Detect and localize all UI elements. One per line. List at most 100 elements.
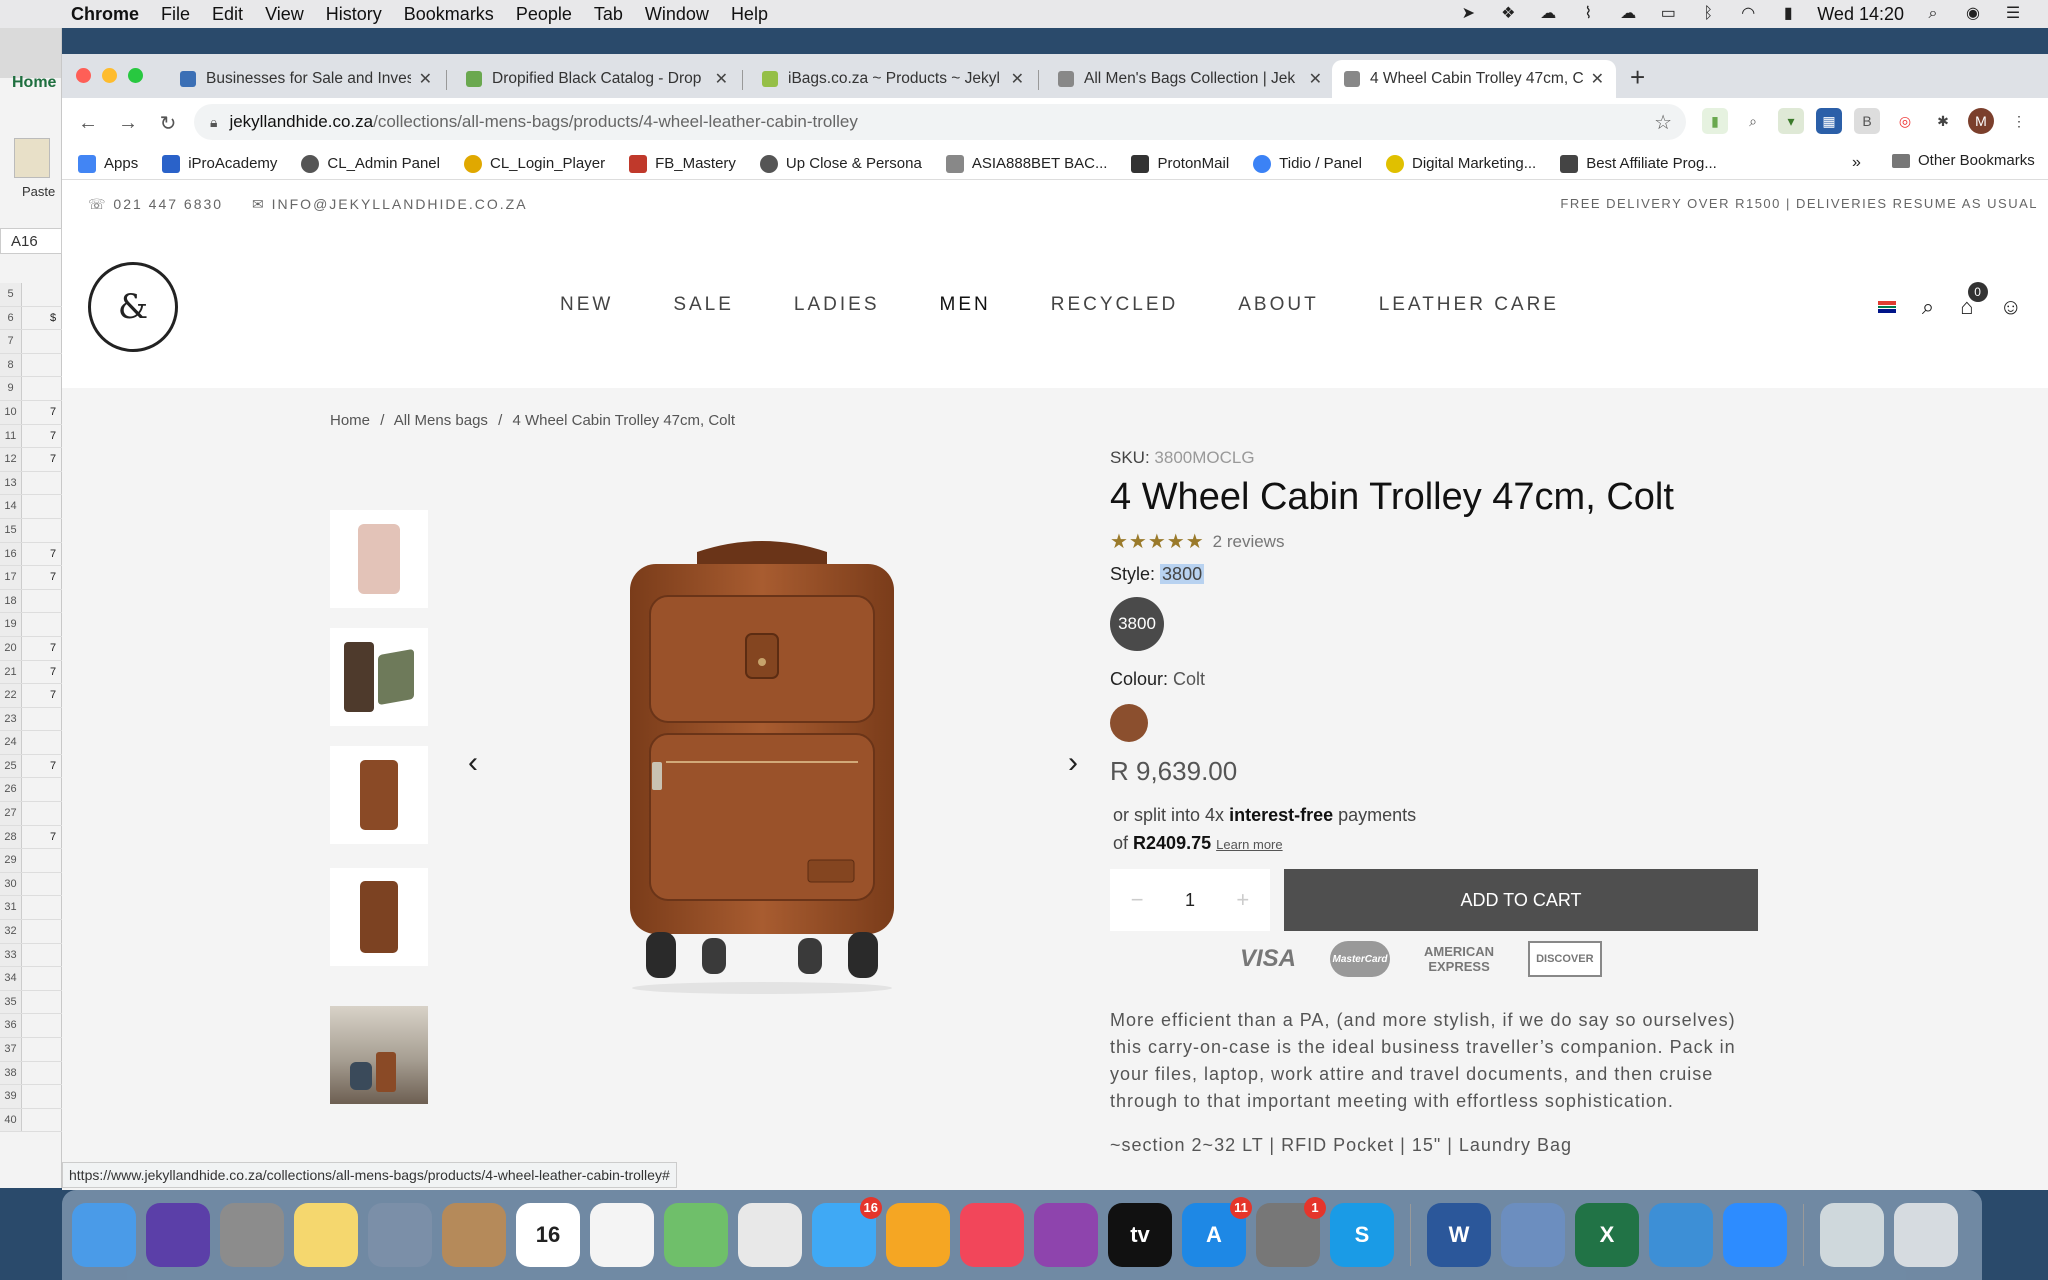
menu-help[interactable]: Help	[720, 4, 779, 25]
row-cell-value[interactable]: $	[22, 307, 56, 330]
row-number[interactable]: 5	[0, 283, 22, 306]
zoom-icon[interactable]	[1723, 1203, 1787, 1267]
messages-icon[interactable]: 16	[812, 1197, 882, 1267]
excel-row[interactable]: 11 7	[0, 424, 62, 449]
lastpass-extension-icon[interactable]: ◎	[1892, 108, 1918, 134]
row-cell-value[interactable]	[22, 896, 50, 919]
launchpad-icon[interactable]	[220, 1203, 284, 1267]
reminders-icon[interactable]	[590, 1203, 654, 1267]
notes-icon[interactable]	[294, 1203, 358, 1267]
audio-extension-icon[interactable]: ▮	[1702, 108, 1728, 134]
row-number[interactable]: 34	[0, 967, 22, 990]
bookmark-up-close[interactable]: Up Close & Persona	[759, 154, 922, 173]
address-bar[interactable]: 🔒︎ jekyllandhide.co.za/collections/all-m…	[194, 104, 1686, 140]
row-cell-value[interactable]	[22, 283, 50, 306]
profile-avatar[interactable]: M	[1968, 108, 1994, 134]
other-bookmarks-folder[interactable]: Other Bookmarks	[1892, 152, 2035, 169]
bookmark-cl-admin[interactable]: CL_Admin Panel	[301, 154, 440, 173]
row-number[interactable]: 17	[0, 566, 22, 589]
thumbnail-back-trolley[interactable]	[330, 868, 428, 966]
excel-row[interactable]: 17 7	[0, 566, 62, 590]
row-cell-value[interactable]	[22, 377, 50, 400]
bookmark-star-icon[interactable]: ☆	[1654, 110, 1672, 135]
excel-row[interactable]: 21 7	[0, 660, 62, 685]
row-cell-value[interactable]: 7	[22, 826, 56, 849]
row-number[interactable]: 32	[0, 920, 22, 943]
style-option-3800[interactable]: 3800	[1110, 597, 1164, 651]
bookmark-tidio[interactable]: Tidio / Panel	[1253, 154, 1362, 173]
tab-ibags[interactable]: iBags.co.za ~ Products ~ Jekyl ✕	[750, 60, 1036, 98]
chrome-menu-icon[interactable]: ⋮	[2006, 108, 2032, 134]
row-number[interactable]: 25	[0, 754, 22, 778]
row-number[interactable]: 26	[0, 778, 22, 802]
cell-reference-box[interactable]: A16	[0, 228, 62, 254]
row-cell-value[interactable]	[22, 590, 50, 613]
nav-sale[interactable]: SALE	[673, 294, 734, 316]
tab-close-icon[interactable]: ✕	[1309, 69, 1322, 89]
row-number[interactable]: 19	[0, 613, 22, 636]
paste-icon[interactable]	[14, 138, 50, 178]
excel-row[interactable]: 10 7	[0, 400, 62, 425]
row-cell-value[interactable]	[22, 1109, 50, 1132]
bookmark-digital-marketing[interactable]: Digital Marketing...	[1385, 154, 1536, 173]
excel-row[interactable]: 6 $	[0, 306, 62, 331]
bookmark-cl-login[interactable]: CL_Login_Player	[463, 154, 605, 173]
menu-tab[interactable]: Tab	[583, 4, 634, 25]
row-cell-value[interactable]: 7	[22, 661, 56, 684]
finder-icon[interactable]	[72, 1203, 136, 1267]
row-number[interactable]: 18	[0, 589, 22, 613]
row-cell-value[interactable]: 7	[22, 637, 56, 660]
excel-row[interactable]: 24	[0, 731, 62, 755]
lock-icon[interactable]: 🔒︎	[210, 114, 217, 131]
row-cell-value[interactable]	[22, 991, 50, 1014]
add-to-cart-button[interactable]: ADD TO CART	[1284, 869, 1758, 931]
row-number[interactable]: 39	[0, 1085, 22, 1108]
quantity-minus-button[interactable]: −	[1131, 887, 1144, 913]
window-minimize-button[interactable]	[102, 68, 117, 83]
airplay-icon[interactable]: ▭	[1657, 5, 1679, 23]
shop-extension-icon[interactable]: ▦	[1816, 108, 1842, 134]
row-number[interactable]: 9	[0, 377, 22, 400]
excel-row[interactable]: 8	[0, 353, 62, 378]
siri-icon[interactable]	[146, 1203, 210, 1267]
tab-close-icon[interactable]: ✕	[1591, 69, 1604, 89]
menu-view[interactable]: View	[254, 4, 315, 25]
new-tab-button[interactable]: +	[1630, 62, 1645, 93]
row-cell-value[interactable]	[22, 354, 50, 377]
row-cell-value[interactable]	[22, 495, 50, 518]
row-number[interactable]: 31	[0, 896, 22, 920]
photos-icon[interactable]	[886, 1203, 950, 1267]
row-number[interactable]: 12	[0, 448, 22, 471]
product-rating[interactable]: ★★★★★ 2 reviews	[1110, 529, 1830, 554]
excel-row[interactable]: 9	[0, 377, 62, 401]
excel-row[interactable]: 39	[0, 1085, 62, 1109]
row-number[interactable]: 24	[0, 731, 22, 754]
row-number[interactable]: 27	[0, 802, 22, 825]
excel-row[interactable]: 19	[0, 613, 62, 637]
thumbnail-pink-trolley[interactable]	[330, 510, 428, 608]
tab-businesses-for-sale[interactable]: Businesses for Sale and Investo ✕	[168, 60, 444, 98]
account-icon[interactable]: ☺	[2000, 294, 2022, 320]
row-cell-value[interactable]	[22, 613, 50, 636]
row-number[interactable]: 6	[0, 306, 22, 330]
thumbnail-open-trolley[interactable]	[330, 628, 428, 726]
email-link[interactable]: ✉ INFO@JEKYLLANDHIDE.CO.ZA	[252, 196, 528, 213]
shield-app-icon[interactable]	[1649, 1203, 1713, 1267]
excel-row[interactable]: 40	[0, 1108, 62, 1133]
excel-row[interactable]: 18	[0, 589, 62, 614]
row-cell-value[interactable]	[22, 873, 50, 896]
excel-row[interactable]: 34	[0, 967, 62, 991]
row-number[interactable]: 10	[0, 400, 22, 424]
wifi-icon[interactable]: ◠	[1737, 5, 1759, 23]
puzzle-extensions-icon[interactable]: ✱	[1930, 108, 1956, 134]
row-number[interactable]: 15	[0, 518, 22, 542]
row-number[interactable]: 11	[0, 424, 22, 448]
mail-stamp-icon[interactable]	[368, 1203, 432, 1267]
row-number[interactable]: 23	[0, 707, 22, 731]
word-icon[interactable]: W	[1427, 1203, 1491, 1267]
skype-icon[interactable]: S	[1330, 1203, 1394, 1267]
tab-all-mens-bags[interactable]: All Men's Bags Collection | Jek ✕	[1046, 60, 1334, 98]
reload-icon[interactable]: ↻	[148, 111, 188, 136]
window-zoom-button[interactable]	[128, 68, 143, 83]
reviews-count[interactable]: 2 reviews	[1213, 532, 1285, 552]
